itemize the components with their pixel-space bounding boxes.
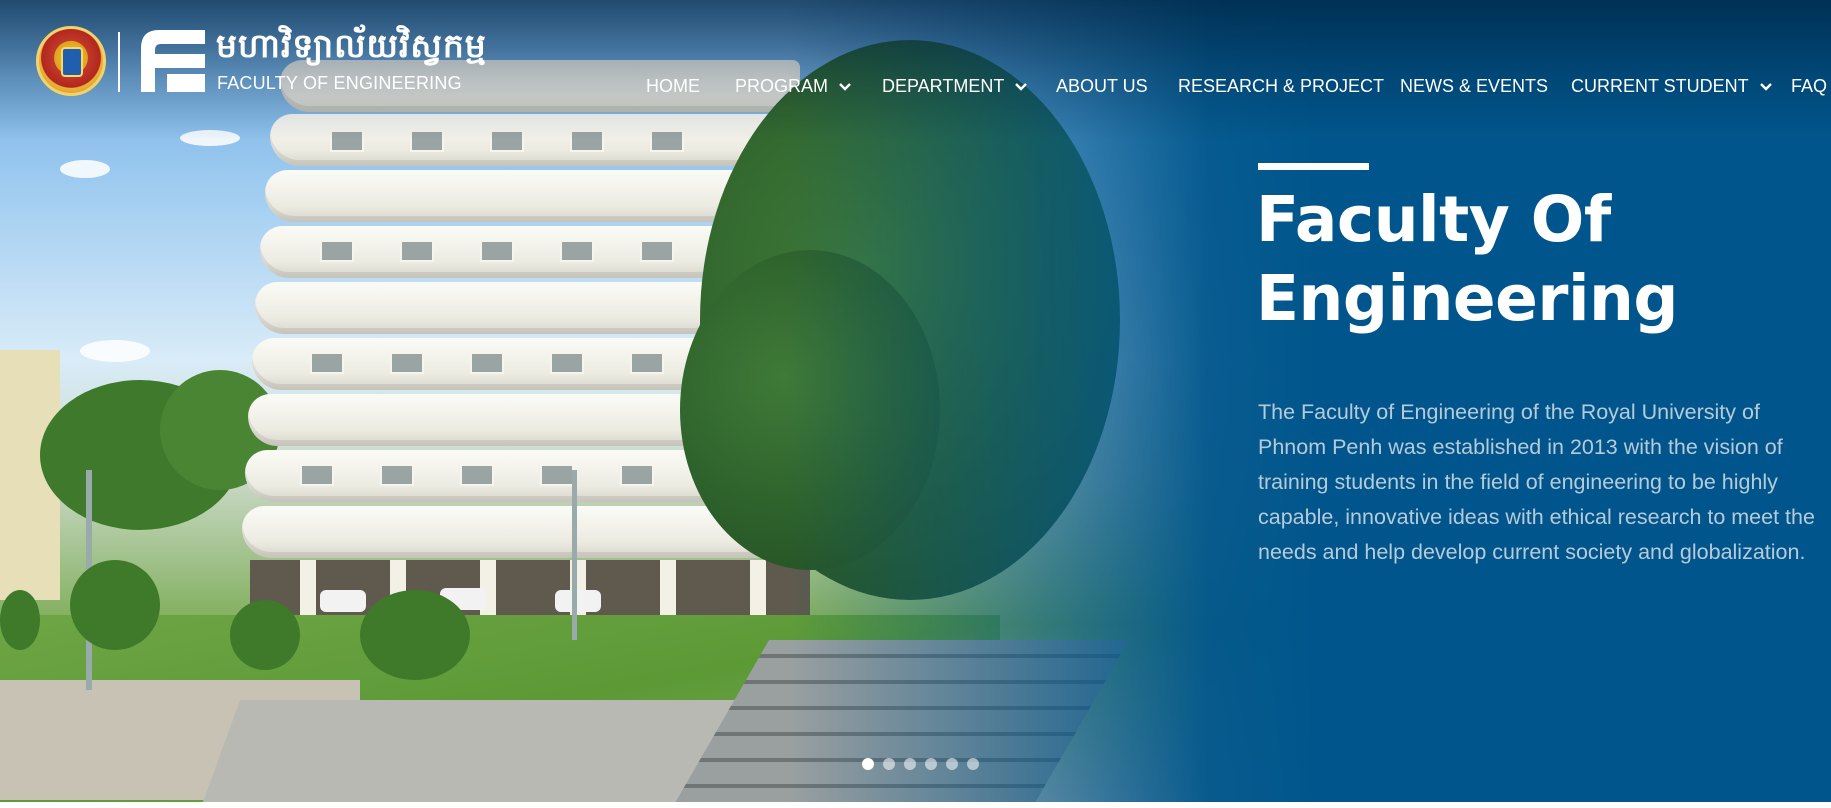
slider-dot-1[interactable] xyxy=(862,758,874,770)
chevron-down-icon xyxy=(1015,82,1028,91)
site-header: មហាវិទ្យាល័យវិស្វកម្ម FACULTY OF ENGINEE… xyxy=(0,0,1831,110)
slider-dot-5[interactable] xyxy=(946,758,958,770)
nav-program-label: PROGRAM xyxy=(735,76,829,96)
chevron-down-icon xyxy=(839,82,851,91)
nav-current-student-label: CURRENT STUDENT xyxy=(1571,76,1749,96)
nav-home-label: HOME xyxy=(646,76,700,96)
page-bottom-strip xyxy=(0,802,1831,808)
nav-program[interactable]: PROGRAM xyxy=(735,76,852,97)
slider-dot-2[interactable] xyxy=(883,758,895,770)
main-navigation: HOME PROGRAM DEPARTMENT ABOUT US RESEARC… xyxy=(0,76,1831,100)
nav-department[interactable]: DEPARTMENT xyxy=(882,76,1028,97)
nav-about-us-label: ABOUT US xyxy=(1056,76,1148,96)
hero-description: The Faculty of Engineering of the Royal … xyxy=(1258,400,1815,564)
chevron-down-icon xyxy=(1759,82,1772,91)
khmer-faculty-name: មហាវិទ្យាល័យវិស្វកម្ម xyxy=(216,26,487,65)
hero-title: Faculty Of Engineering xyxy=(1256,180,1776,338)
nav-faq[interactable]: FAQ xyxy=(1791,76,1827,97)
nav-about-us[interactable]: ABOUT US xyxy=(1056,76,1148,97)
nav-department-label: DEPARTMENT xyxy=(882,76,1005,96)
nav-news-events-label: NEWS & EVENTS xyxy=(1400,76,1549,96)
nav-faq-label: FAQ xyxy=(1791,76,1828,96)
slider-dots xyxy=(862,758,979,770)
nav-current-student[interactable]: CURRENT STUDENT xyxy=(1571,76,1773,97)
slider-dot-4[interactable] xyxy=(925,758,937,770)
hero-title-line-1: Faculty Of xyxy=(1256,183,1611,256)
hero-title-line-2: Engineering xyxy=(1256,262,1679,335)
title-accent-bar xyxy=(1258,163,1369,170)
hero-banner: មហាវិទ្យាល័យវិស្វកម្ម FACULTY OF ENGINEE… xyxy=(0,0,1831,802)
slider-dot-3[interactable] xyxy=(904,758,916,770)
nav-news-events[interactable]: NEWS & EVENTS xyxy=(1400,76,1548,97)
nav-research-project[interactable]: RESEARCH & PROJECT xyxy=(1178,76,1384,97)
slider-dot-6[interactable] xyxy=(967,758,979,770)
nav-research-project-label: RESEARCH & PROJECT xyxy=(1178,76,1385,96)
nav-home[interactable]: HOME xyxy=(646,76,700,97)
